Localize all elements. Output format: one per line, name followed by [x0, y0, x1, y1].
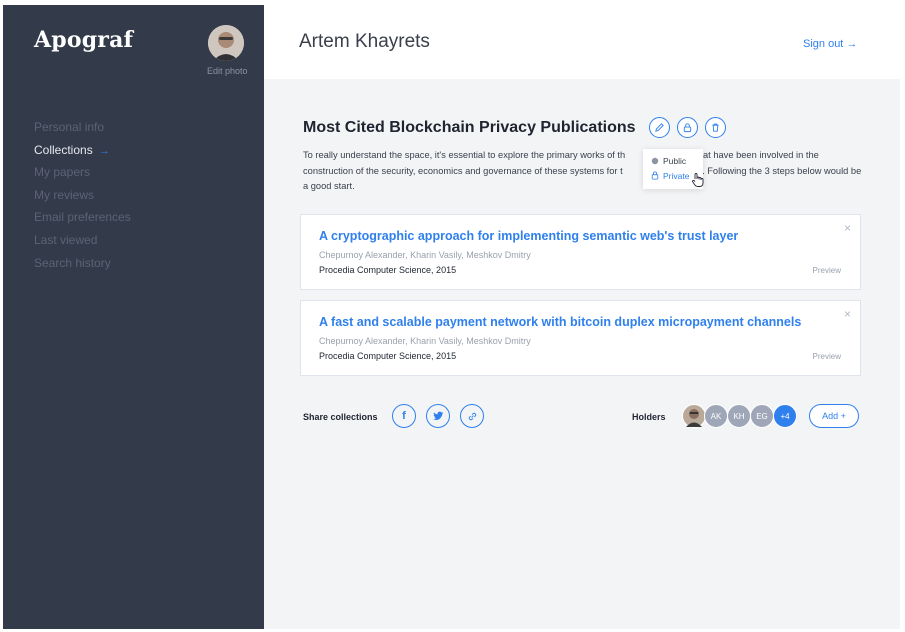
holder-avatar[interactable]: EG [750, 404, 774, 428]
top-header: Artem Khayrets Sign out → [264, 5, 900, 79]
globe-icon [651, 157, 659, 164]
hand-cursor-icon [692, 173, 704, 187]
collection-description: To really understand the space, it's ess… [303, 148, 863, 195]
sidebar-item-last-viewed[interactable]: Last viewed [34, 232, 131, 255]
edit-collection-button[interactable] [649, 117, 670, 138]
collection-title: Most Cited Blockchain Privacy Publicatio… [303, 119, 636, 136]
holder-avatar[interactable] [682, 404, 706, 428]
paper-journal: Procedia Computer Science, 2015 [319, 265, 457, 275]
share-label: Share collections [303, 412, 378, 422]
holder-initials: KH [733, 411, 745, 421]
link-icon [468, 412, 476, 420]
copy-link-button[interactable] [460, 404, 484, 428]
paper-card[interactable]: A fast and scalable payment network with… [300, 300, 861, 376]
paper-title[interactable]: A fast and scalable payment network with… [319, 315, 801, 329]
sidebar-item-label: My reviews [34, 187, 95, 202]
edit-photo-link[interactable]: Edit photo [207, 66, 248, 76]
paper-journal: Procedia Computer Science, 2015 [319, 351, 457, 361]
sidebar-item-search-history[interactable]: Search history [34, 255, 131, 278]
sidebar-nav: Personal info Collections → My papers My … [34, 119, 131, 277]
description-text-1: To really understand the space, it's ess… [303, 150, 626, 160]
visibility-option-label: Public [663, 155, 687, 166]
holder-initials: AK [710, 411, 722, 421]
main-content: Most Cited Blockchain Privacy Publicatio… [264, 79, 900, 629]
sidebar-item-my-reviews[interactable]: My reviews [34, 187, 131, 210]
more-holders-badge[interactable]: +4 [773, 404, 797, 428]
holder-initials: EG [756, 411, 768, 421]
preview-link[interactable]: Preview [813, 352, 841, 361]
arrow-right-icon: → [98, 144, 110, 157]
sidebar-item-label: Email preferences [34, 210, 131, 225]
sidebar-item-my-papers[interactable]: My papers [34, 164, 131, 187]
page-title: Artem Khayrets [299, 31, 430, 52]
holders-label: Holders [632, 412, 666, 422]
paper-authors: Chepurnoy Alexander, Kharin Vasily, Mesh… [319, 250, 531, 260]
visibility-option-public[interactable]: Public [651, 153, 703, 168]
remove-paper-button[interactable]: × [844, 307, 851, 321]
sidebar-item-email-preferences[interactable]: Email preferences [34, 209, 131, 232]
edit-icon [655, 123, 664, 132]
share-facebook-button[interactable]: f [392, 404, 416, 428]
holder-avatar[interactable]: KH [727, 404, 751, 428]
add-holder-button[interactable]: Add + [809, 404, 859, 428]
sidebar-item-label: Personal info [34, 120, 105, 134]
profile-avatar[interactable] [208, 25, 244, 61]
sign-out-link[interactable]: Sign out → [803, 38, 857, 50]
share-twitter-button[interactable] [426, 404, 450, 428]
sidebar-item-label: Collections [34, 142, 93, 157]
paper-card[interactable]: A cryptographic approach for implementin… [300, 214, 861, 290]
sidebar-item-label: Search history [34, 255, 111, 270]
delete-collection-button[interactable] [705, 117, 726, 138]
remove-paper-button[interactable]: × [844, 221, 851, 235]
holder-initials: +4 [780, 411, 790, 421]
lock-icon [683, 123, 692, 133]
app-frame: Apograf Edit photo Personal info Collect… [3, 5, 900, 629]
sidebar-item-personal-info[interactable]: Personal info [34, 119, 131, 142]
sidebar: Apograf Edit photo Personal info Collect… [3, 5, 264, 629]
lock-icon [651, 171, 659, 180]
sidebar-item-label: Last viewed [34, 232, 98, 247]
trash-icon [712, 123, 719, 132]
sidebar-item-collections[interactable]: Collections → [34, 142, 131, 165]
twitter-icon [432, 411, 443, 421]
preview-link[interactable]: Preview [813, 266, 841, 275]
sidebar-item-label: My papers [34, 165, 91, 180]
visibility-option-label: Private [663, 170, 690, 181]
avatar-photo-icon [686, 409, 702, 427]
privacy-toggle-button[interactable] [677, 117, 698, 138]
holder-avatar[interactable]: AK [704, 404, 728, 428]
brand-logo[interactable]: Apograf [34, 27, 133, 53]
avatar-photo-icon [208, 25, 244, 61]
paper-authors: Chepurnoy Alexander, Kharin Vasily, Mesh… [319, 336, 531, 346]
paper-title[interactable]: A cryptographic approach for implementin… [319, 229, 738, 243]
facebook-icon: f [402, 410, 406, 422]
